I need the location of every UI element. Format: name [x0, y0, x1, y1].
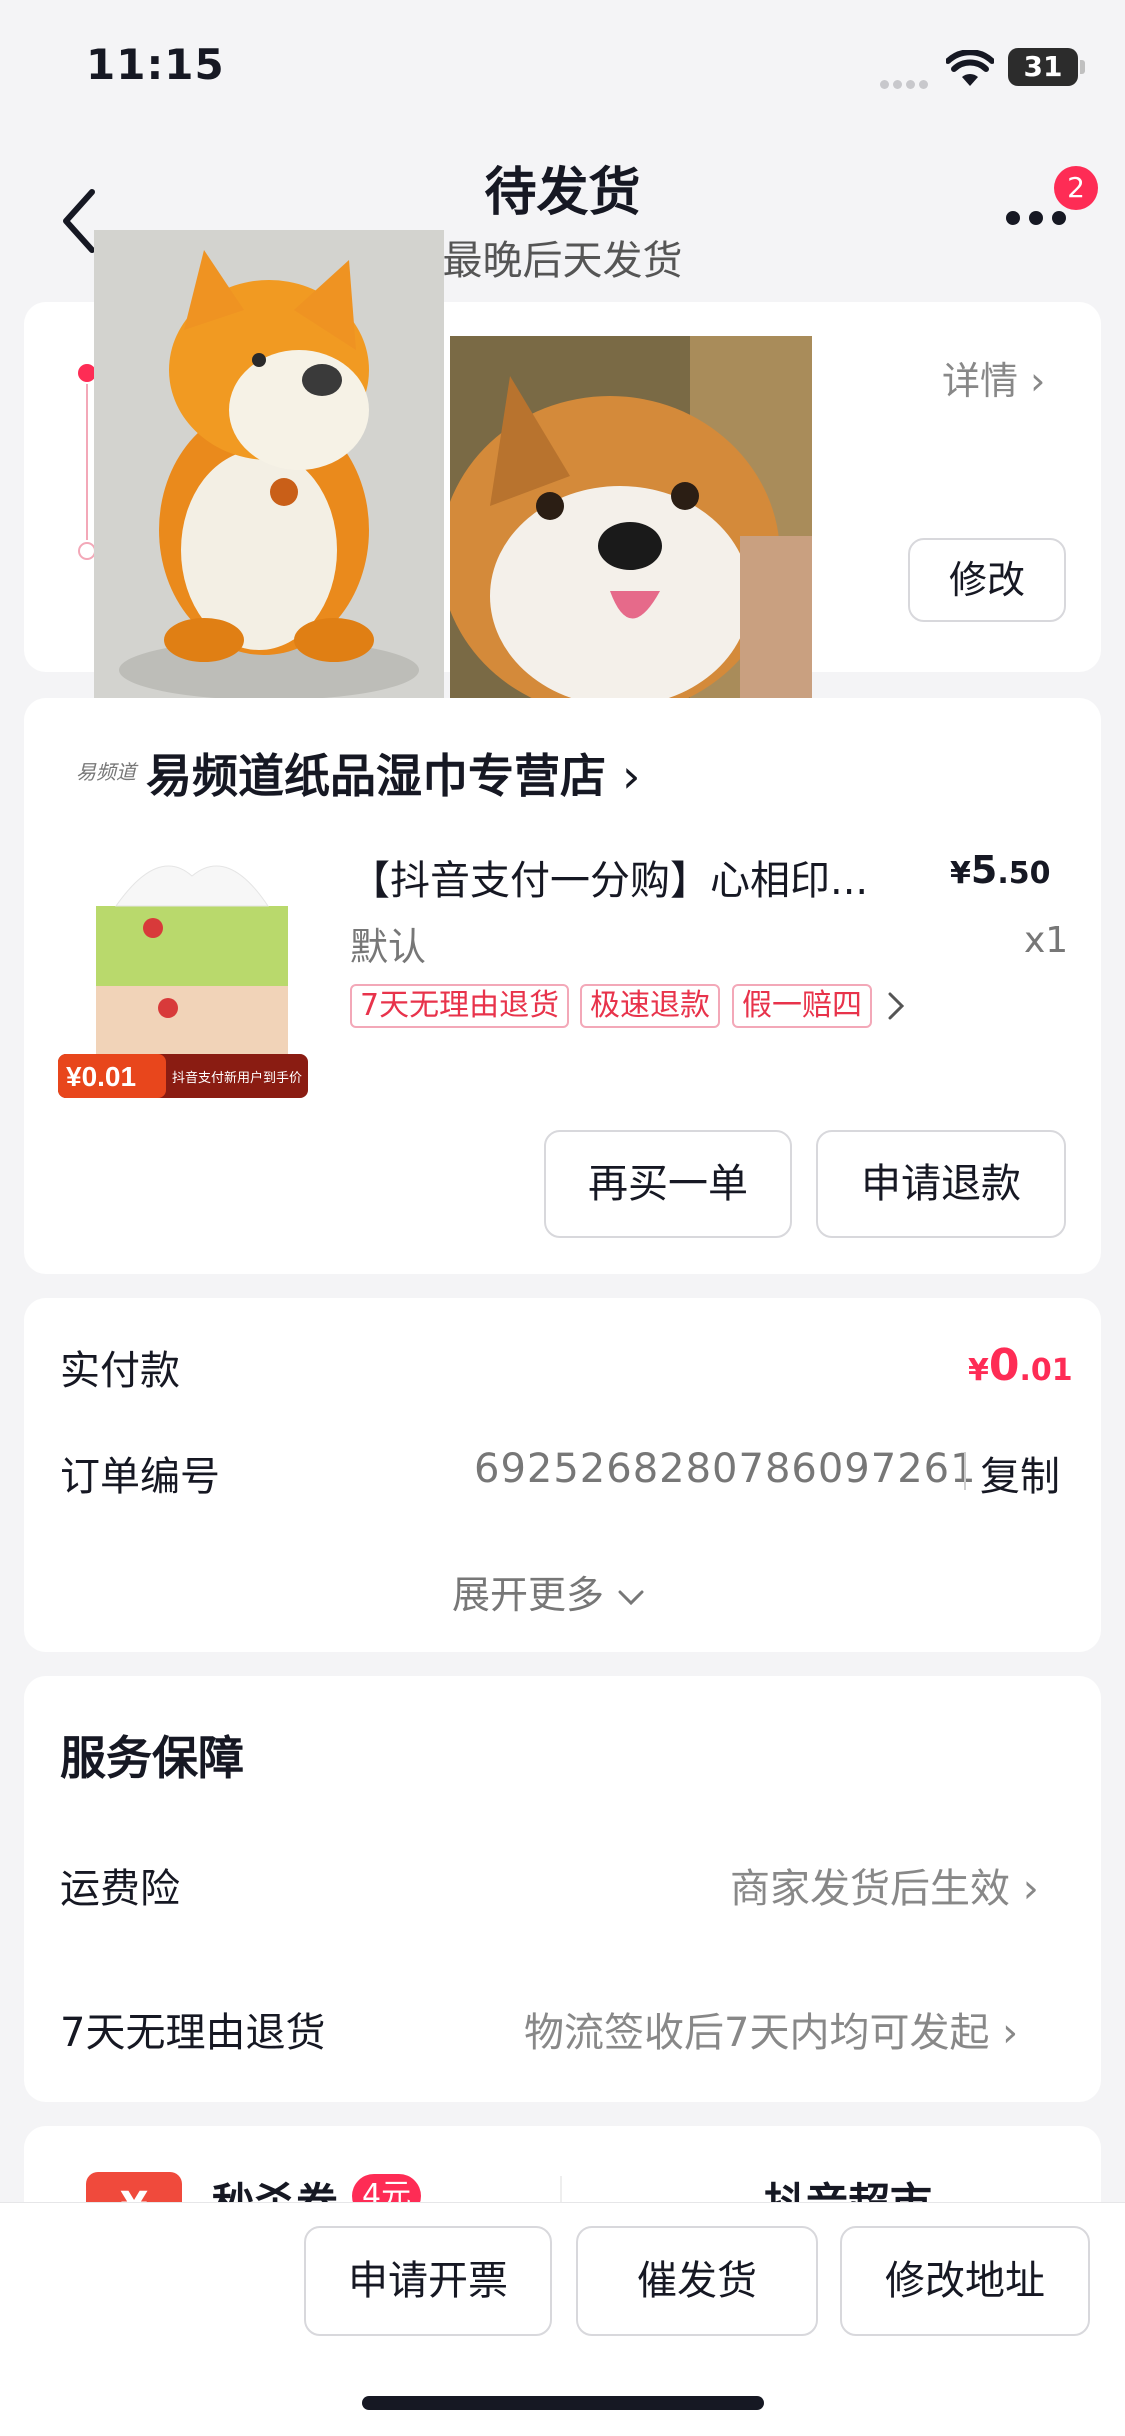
invoice-button[interactable]: 申请开票	[304, 2226, 552, 2336]
chevron-down-icon	[618, 1590, 644, 1605]
chevron-right-icon: ›	[1030, 359, 1046, 403]
wifi-icon	[946, 50, 994, 86]
product-title[interactable]: 【抖音支付一分购】心相印...	[350, 848, 910, 906]
signal-icon	[880, 74, 932, 89]
shipping-insurance-value: 商家发货后生效	[730, 1866, 1010, 1912]
status-time: 11:15	[86, 40, 225, 89]
shipping-insurance-label: 运费险	[60, 1866, 180, 1912]
expand-more-button[interactable]: 展开更多	[452, 1564, 646, 1619]
return-7days-label: 7天无理由退货	[60, 2010, 326, 2056]
product-price: ¥5.50	[950, 848, 1050, 892]
return-7days-value: 物流签收后7天内均可发起	[524, 2010, 990, 2056]
chevron-right-icon: ›	[1022, 1866, 1039, 1912]
chevron-right-icon[interactable]	[884, 988, 908, 1024]
price-dec: .50	[997, 856, 1051, 891]
product-spec: 默认	[350, 925, 427, 969]
battery-icon: 31	[1008, 48, 1078, 86]
urge-shipping-button[interactable]: 催发货	[576, 2226, 818, 2336]
price-int: 5	[970, 848, 998, 892]
tag-fast-refund: 极速退款	[580, 984, 720, 1028]
divider	[964, 1452, 966, 1490]
rebuy-button[interactable]: 再买一单	[544, 1130, 792, 1238]
service-title: 服务保障	[60, 1731, 244, 1785]
image-price: ¥0.01	[66, 1061, 136, 1092]
expand-label: 展开更多	[452, 1573, 605, 1617]
copy-button[interactable]: 复制	[980, 1444, 1060, 1502]
paid-dec: .01	[1019, 1353, 1073, 1388]
tag-fake-compensation: 假一赔四	[732, 984, 872, 1028]
modify-address-button[interactable]: 修改	[908, 538, 1066, 622]
store-logo: 易频道	[76, 760, 136, 784]
product-image[interactable]: ¥0.01 抖音支付新用户到手价	[58, 846, 326, 1108]
chevron-right-icon: ›	[622, 749, 641, 803]
address-timeline	[86, 384, 88, 540]
return-7days-link[interactable]: 物流签收后7天内均可发起 ›	[524, 2000, 1018, 2058]
paid-amount: ¥0.01	[968, 1340, 1073, 1391]
order-number: 6925268280786097261	[474, 1446, 977, 1492]
corgi-photo-image	[450, 336, 812, 698]
image-caption: 抖音支付新用户到手价	[172, 1070, 302, 1085]
notification-badge: 2	[1054, 166, 1098, 210]
product-quantity: x1	[1024, 920, 1069, 961]
paid-symbol: ¥	[968, 1353, 989, 1388]
store-name-link[interactable]: 易频道纸品湿巾专营店 ›	[146, 740, 640, 806]
corgi-toy-image	[94, 230, 444, 698]
detail-link[interactable]: 详情 ›	[942, 350, 1045, 405]
paid-label: 实付款	[60, 1348, 180, 1394]
shipping-insurance-link[interactable]: 商家发货后生效 ›	[730, 1856, 1039, 1914]
tag-return-7days: 7天无理由退货	[350, 984, 570, 1028]
battery-cap	[1080, 60, 1085, 74]
detail-label: 详情	[942, 359, 1019, 403]
change-address-button[interactable]: 修改地址	[840, 2226, 1090, 2336]
price-symbol: ¥	[950, 856, 971, 891]
chevron-right-icon: ›	[1002, 2010, 1019, 2056]
home-indicator[interactable]	[362, 2396, 764, 2410]
page-title: 待发货	[484, 163, 641, 223]
more-dots-icon[interactable]	[1006, 210, 1076, 230]
store-name: 易频道纸品湿巾专营店	[146, 749, 606, 803]
paid-int: 0	[988, 1340, 1020, 1391]
refund-button[interactable]: 申请退款	[816, 1130, 1066, 1238]
order-number-label: 订单编号	[60, 1454, 220, 1500]
